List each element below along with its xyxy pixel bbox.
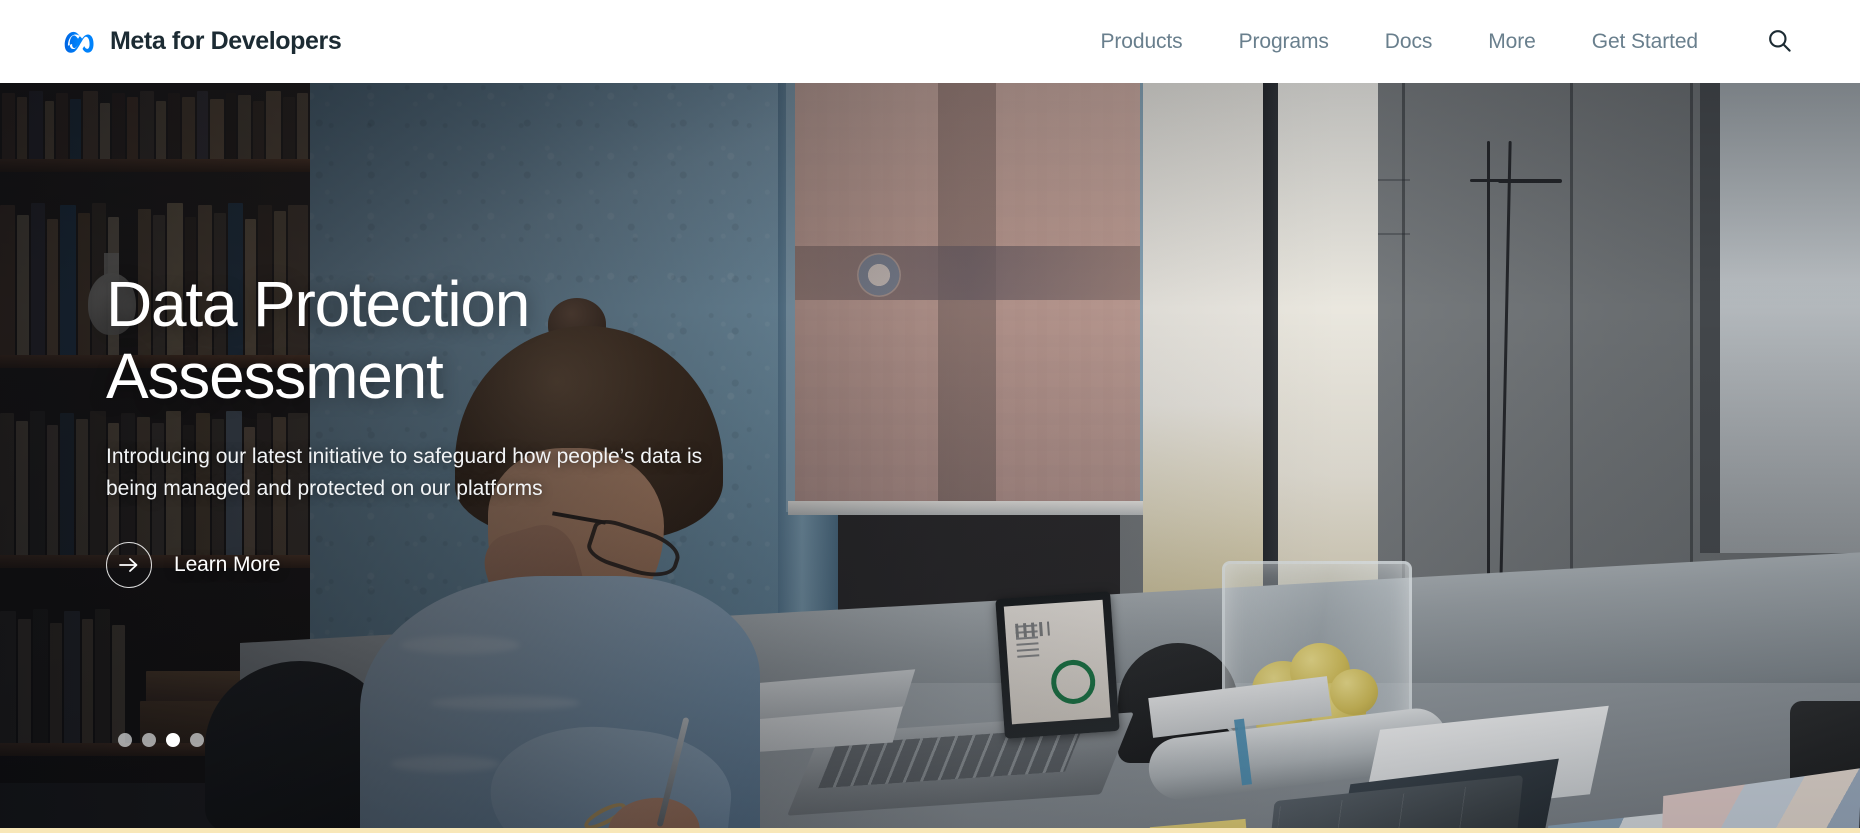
hero-title: Data Protection Assessment [106, 268, 866, 413]
nav-link-docs[interactable]: Docs [1357, 30, 1460, 54]
carousel-dots [118, 733, 204, 747]
hero-content: Data Protection Assessment Introducing o… [106, 268, 866, 589]
nav-link-get-started[interactable]: Get Started [1564, 30, 1726, 54]
brand-name: Meta for Developers [110, 27, 342, 55]
nav-link-more[interactable]: More [1460, 30, 1563, 54]
arrow-right-icon [106, 542, 152, 589]
learn-more-label: Learn More [174, 553, 281, 577]
main-navigation: Products Programs Docs More Get Started [1072, 25, 1860, 59]
hero-subtitle: Introducing our latest initiative to saf… [106, 444, 703, 500]
carousel-dot-1[interactable] [118, 733, 132, 747]
carousel-dot-4[interactable] [190, 733, 204, 747]
bottom-accent-strip [0, 828, 1860, 833]
site-header: Meta for Developers Products Programs Do… [0, 0, 1860, 83]
carousel-dot-2[interactable] [142, 733, 156, 747]
search-button[interactable] [1762, 25, 1796, 59]
hero-title-line-2: Assessment [106, 340, 444, 413]
search-icon [1766, 27, 1793, 57]
brand-logo-link[interactable]: Meta for Developers [64, 27, 342, 56]
nav-link-programs[interactable]: Programs [1211, 30, 1357, 54]
carousel-dot-3[interactable] [166, 733, 180, 747]
learn-more-button[interactable]: Learn More [106, 542, 281, 589]
meta-infinity-logo-icon [64, 29, 100, 55]
hero-title-line-1: Data Protection [106, 268, 530, 340]
nav-link-products[interactable]: Products [1072, 30, 1210, 54]
hero-carousel-slide: Data Protection Assessment Introducing o… [0, 83, 1860, 833]
